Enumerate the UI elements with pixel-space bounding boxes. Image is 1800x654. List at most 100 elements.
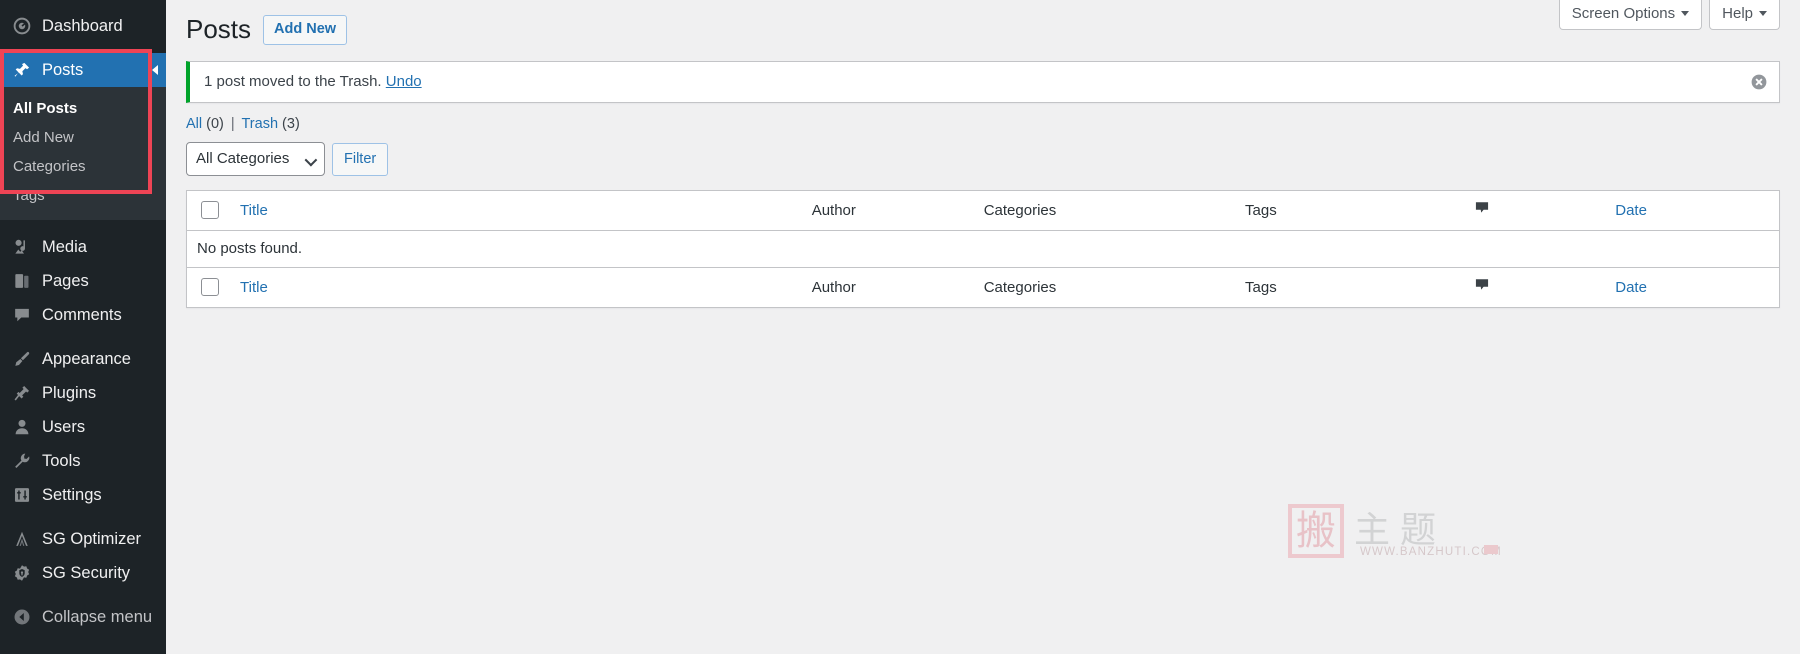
- user-icon: [11, 417, 33, 437]
- table-head: Title Author Categories Tags Date: [187, 191, 1780, 231]
- sidebar-item-label: SG Optimizer: [42, 531, 141, 548]
- sort-date-link-footer[interactable]: Date: [1615, 279, 1647, 296]
- sidebar-item-settings[interactable]: Settings: [0, 478, 166, 512]
- wordpress-admin-screen: Dashboard Posts All Posts Add New Catego…: [0, 0, 1800, 654]
- sidebar-item-label: Tools: [42, 453, 81, 470]
- sidebar-divider: [0, 220, 166, 230]
- view-all-count: (0): [206, 116, 224, 132]
- sidebar-item-label: Pages: [42, 273, 89, 290]
- sidebar-item-plugins[interactable]: Plugins: [0, 376, 166, 410]
- dismiss-circle-icon[interactable]: [1749, 72, 1769, 92]
- sidebar-item-users[interactable]: Users: [0, 410, 166, 444]
- admin-sidebar-menu: Dashboard Posts All Posts Add New Catego…: [0, 0, 166, 654]
- submenu-item-label: Tags: [13, 187, 45, 204]
- collapse-menu-button[interactable]: Collapse menu: [0, 600, 166, 634]
- post-status-views: All (0) | Trash (3): [186, 116, 1800, 132]
- chevron-left-icon: [152, 65, 158, 75]
- help-button[interactable]: Help: [1709, 0, 1780, 30]
- sidebar-item-label: SG Security: [42, 565, 130, 582]
- sidebar-item-pages[interactable]: Pages: [0, 264, 166, 298]
- watermark-url: WWW.BANZHUTI.COM: [1360, 546, 1502, 558]
- sort-title-link[interactable]: Title: [240, 202, 268, 219]
- watermark-chars: 主题: [1354, 513, 1446, 549]
- sidebar-item-label: Appearance: [42, 351, 131, 368]
- sidebar-item-sg-security[interactable]: SG Security: [0, 556, 166, 590]
- table-footer-row: Title Author Categories Tags Date: [187, 268, 1780, 308]
- sidebar-item-label: Comments: [42, 307, 122, 324]
- comment-bubble-icon: [1474, 277, 1596, 297]
- watermark-flag: [1484, 545, 1498, 554]
- views-separator: |: [231, 116, 235, 132]
- collapse-menu-label: Collapse menu: [42, 609, 152, 626]
- sidebar-divider: [0, 512, 166, 522]
- pages-icon: [11, 271, 33, 291]
- add-new-button[interactable]: Add New: [263, 15, 347, 45]
- select-all-checkbox[interactable]: [201, 201, 219, 219]
- site-watermark: 搬 主题 WWW.BANZHUTI.COM: [1288, 500, 1518, 562]
- submenu-item-add-new[interactable]: Add New: [0, 123, 166, 152]
- page-title: Posts: [186, 14, 251, 45]
- notice-message: 1 post moved to the Trash.: [204, 73, 382, 90]
- submenu-item-tags[interactable]: Tags: [0, 182, 166, 211]
- table-foot: Title Author Categories Tags Date: [187, 268, 1780, 308]
- column-header-tags: Tags: [1235, 191, 1464, 231]
- category-filter-wrap: All Categories: [186, 142, 325, 176]
- column-header-title: Title: [230, 191, 802, 231]
- filter-submit-button[interactable]: Filter: [332, 143, 388, 176]
- column-header-date: Date: [1605, 191, 1779, 231]
- sidebar-item-media[interactable]: Media: [0, 230, 166, 264]
- column-footer-categories: Categories: [974, 268, 1235, 308]
- column-footer-date: Date: [1605, 268, 1779, 308]
- main-content-area: Screen Options Help Posts Add New 1 post…: [166, 0, 1800, 654]
- sidebar-item-label: Media: [42, 239, 87, 256]
- submenu-item-label: All Posts: [13, 100, 77, 117]
- column-footer-comments: [1464, 268, 1606, 308]
- sidebar-divider: [0, 43, 166, 53]
- help-label: Help: [1722, 6, 1753, 21]
- shield-gear-icon: [11, 563, 33, 583]
- posts-submenu: All Posts Add New Categories Tags: [0, 87, 166, 220]
- chevron-down-icon: [1681, 11, 1689, 16]
- sidebar-item-label: Dashboard: [42, 18, 123, 35]
- sidebar-item-sg-optimizer[interactable]: SG Optimizer: [0, 522, 166, 556]
- view-trash-link[interactable]: Trash: [241, 116, 278, 132]
- dashboard-gauge-icon: [11, 16, 33, 36]
- column-footer-tags: Tags: [1235, 268, 1464, 308]
- sidebar-item-posts[interactable]: Posts: [0, 53, 166, 87]
- screen-options-label: Screen Options: [1572, 6, 1675, 21]
- sg-optimizer-icon: [11, 529, 33, 549]
- plug-icon: [11, 383, 33, 403]
- select-all-checkbox-footer[interactable]: [201, 278, 219, 296]
- sidebar-item-label: Settings: [42, 487, 102, 504]
- select-all-footer-header: [187, 268, 231, 308]
- page-header: Posts Add New: [166, 0, 1800, 45]
- sidebar-item-appearance[interactable]: Appearance: [0, 342, 166, 376]
- watermark-seal: 搬: [1288, 504, 1344, 558]
- screen-options-button[interactable]: Screen Options: [1559, 0, 1702, 30]
- sidebar-item-comments[interactable]: Comments: [0, 298, 166, 332]
- sidebar-item-label: Posts: [42, 62, 83, 79]
- sort-date-link[interactable]: Date: [1615, 202, 1647, 219]
- submenu-item-all-posts[interactable]: All Posts: [0, 94, 166, 123]
- column-header-categories: Categories: [974, 191, 1235, 231]
- media-icon: [11, 237, 33, 257]
- category-filter-select[interactable]: All Categories: [186, 142, 325, 176]
- undo-link[interactable]: Undo: [386, 73, 422, 90]
- view-trash-count: (3): [282, 116, 300, 132]
- empty-state-row: No posts found.: [187, 231, 1780, 268]
- sidebar-divider: [0, 332, 166, 342]
- filter-toolbar: All Categories Filter: [186, 142, 1800, 176]
- submenu-item-categories[interactable]: Categories: [0, 153, 166, 182]
- wrench-icon: [11, 451, 33, 471]
- sidebar-item-tools[interactable]: Tools: [0, 444, 166, 478]
- sidebar-item-dashboard[interactable]: Dashboard: [0, 9, 166, 43]
- comment-icon: [11, 305, 33, 325]
- posts-list-table: Title Author Categories Tags Date: [186, 190, 1780, 308]
- submenu-item-label: Categories: [13, 158, 86, 175]
- sort-title-link-footer[interactable]: Title: [240, 279, 268, 296]
- column-footer-author: Author: [802, 268, 974, 308]
- view-all-link[interactable]: All: [186, 116, 202, 132]
- trash-notice: 1 post moved to the Trash. Undo: [186, 61, 1780, 103]
- collapse-arrow-icon: [11, 607, 33, 627]
- table-header-row: Title Author Categories Tags Date: [187, 191, 1780, 231]
